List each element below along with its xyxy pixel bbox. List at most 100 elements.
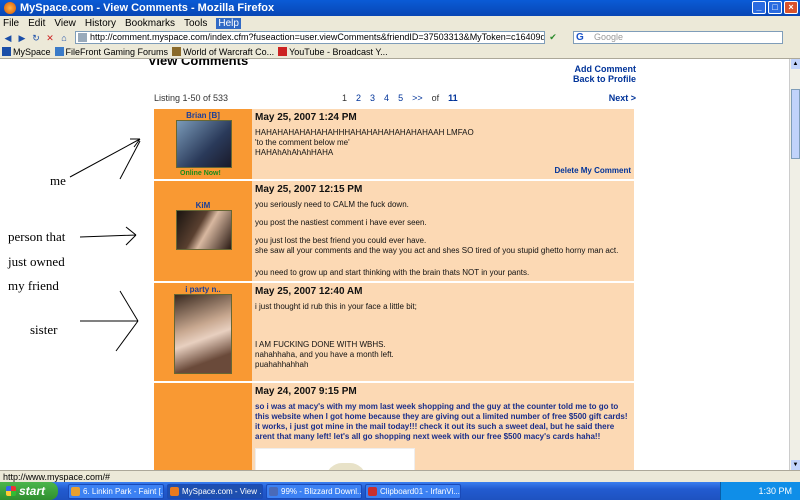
bookmark-filefront[interactable]: FileFront Gaming Forums (54, 47, 168, 57)
menu-help[interactable]: Help (216, 17, 241, 29)
comment-date: May 25, 2007 12:40 AM (255, 286, 363, 297)
myspace-icon (2, 47, 11, 56)
avatar[interactable] (174, 294, 232, 374)
scroll-down-icon[interactable]: ▼ (791, 460, 800, 470)
promo-shape (326, 463, 366, 470)
page-3-link[interactable]: 3 (370, 93, 375, 103)
comment-date: May 25, 2007 12:15 PM (255, 184, 363, 195)
comment-body: May 24, 2007 9:15 PM so i was at macy's … (252, 383, 634, 470)
pagination: 1 2 3 4 5 >> of 11 (342, 93, 458, 103)
comment-paragraph: you post the nastiest comment i have eve… (255, 218, 427, 227)
comment-line: HAHAhAhAhAhHAHA (255, 148, 334, 157)
page-1-link[interactable]: 1 (342, 93, 347, 103)
bookmarks-toolbar: MySpace FileFront Gaming Forums World of… (0, 45, 800, 59)
promo-image (255, 448, 415, 470)
commenter-cell: KiM (154, 181, 252, 281)
window-title: MySpace.com - View Comments - Mozilla Fi… (20, 2, 275, 14)
arrow-me (69, 138, 141, 178)
back-to-profile-link[interactable]: Back to Profile (573, 74, 636, 84)
task-blizzard[interactable]: 99% - Blizzard Downl... (266, 483, 362, 499)
google-icon: G (576, 32, 584, 43)
menu-view[interactable]: View (54, 18, 76, 29)
search-placeholder: Google (594, 32, 624, 42)
comment-text: you seriously need to CALM the fuck down… (255, 200, 631, 278)
bookmark-label: World of Warcraft Co... (183, 46, 275, 57)
windows-flag-icon (6, 486, 16, 496)
arrow-me-2 (119, 140, 141, 180)
task-label: MySpace.com - View ... (182, 486, 263, 496)
bookmark-myspace[interactable]: MySpace (2, 47, 51, 57)
clock: 1:30 PM (758, 486, 792, 496)
add-comment-link[interactable]: Add Comment (573, 64, 637, 74)
commenter-name[interactable]: i party n.. (154, 285, 252, 294)
search-input[interactable]: G Google (573, 31, 783, 44)
reload-icon[interactable]: ↻ (30, 32, 42, 44)
maximize-button[interactable]: □ (768, 1, 782, 14)
url-input[interactable]: http://comment.myspace.com/index.cfm?fus… (75, 31, 545, 44)
commenter-name[interactable]: Brian [B] (154, 111, 252, 120)
page-icon (78, 33, 87, 42)
close-button[interactable]: × (784, 1, 798, 14)
page-2-link[interactable]: 2 (356, 93, 361, 103)
page-4-link[interactable]: 4 (384, 93, 389, 103)
back-icon[interactable]: ◀ (2, 32, 14, 44)
menu-file[interactable]: File (3, 18, 19, 29)
scroll-up-icon[interactable]: ▲ (791, 59, 800, 69)
arrow-person (79, 226, 137, 246)
bookmark-wow[interactable]: World of Warcraft Co... (172, 47, 274, 57)
bookmark-youtube[interactable]: YouTube - Broadcast Y... (278, 47, 388, 57)
comment-row: KiM May 25, 2007 12:15 PM you seriously … (154, 181, 634, 283)
next-page-link[interactable]: Next > (609, 93, 636, 103)
annotation-sister: sister (30, 322, 58, 337)
winamp-icon (71, 486, 80, 496)
avatar[interactable] (176, 120, 232, 168)
menu-tools[interactable]: Tools (184, 18, 207, 29)
minimize-button[interactable]: _ (752, 1, 766, 14)
comment-row: Brian [B] Online Now! May 25, 2007 1:24 … (154, 109, 634, 181)
comment-text: HAHAHAHAHAHAHAHHHAHAHAHAHAHAHAHAAH LMFAO… (255, 128, 631, 158)
taskbar: start 6. Linkin Park - Faint [...] MySpa… (0, 482, 800, 500)
comment-body: May 25, 2007 12:40 AM i just thought id … (252, 283, 634, 381)
comment-paragraph: you need to grow up and start thinking w… (255, 268, 530, 277)
menu-edit[interactable]: Edit (28, 18, 45, 29)
vertical-scrollbar[interactable]: ▲ ▼ (789, 59, 800, 470)
comment-body: May 25, 2007 1:24 PM HAHAHAHAHAHAHAHHHAH… (252, 109, 634, 179)
comment-row: i party n.. May 25, 2007 12:40 AM i just… (154, 283, 634, 383)
avatar[interactable] (176, 210, 232, 250)
scroll-thumb[interactable] (791, 89, 800, 159)
right-margin (641, 59, 789, 470)
firefox-icon (4, 2, 16, 14)
menu-bookmarks[interactable]: Bookmarks (125, 18, 175, 29)
comments-panel: View Comments Add Comment Back to Profil… (146, 59, 641, 470)
comment-line: HAHAHAHAHAHAHAHHHAHAHAHAHAHAHAHAAH LMFAO (255, 128, 474, 137)
task-winamp[interactable]: 6. Linkin Park - Faint [...] (68, 483, 164, 499)
more-pages-link[interactable]: >> (412, 93, 423, 103)
commenter-name[interactable]: KiM (154, 201, 252, 210)
go-icon[interactable]: ✔ (547, 32, 559, 43)
blizzard-icon (269, 486, 278, 496)
menu-history[interactable]: History (85, 18, 116, 29)
start-button[interactable]: start (0, 482, 58, 500)
task-firefox[interactable]: MySpace.com - View ... (167, 483, 263, 499)
task-label: 99% - Blizzard Downl... (281, 486, 362, 496)
stop-icon[interactable]: ✕ (44, 32, 56, 44)
home-icon[interactable]: ⌂ (58, 32, 70, 44)
page-5-link[interactable]: 5 (398, 93, 403, 103)
task-irfanview[interactable]: Clipboard01 - IrfanVi... (365, 483, 461, 499)
delete-comment-link[interactable]: Delete My Comment (555, 166, 631, 176)
annotation-me: me (50, 173, 66, 188)
online-now-badge: Online Now! (180, 170, 221, 177)
task-list: 6. Linkin Park - Faint [...] MySpace.com… (68, 483, 461, 499)
comment-paragraph: i just thought id rub this in your face … (255, 302, 417, 311)
annotation-person-1: person that (8, 229, 66, 244)
comment-date: May 25, 2007 1:24 PM (255, 112, 357, 123)
comment-text: i just thought id rub this in your face … (255, 302, 631, 370)
bookmark-label: YouTube - Broadcast Y... (289, 46, 388, 57)
forward-icon[interactable]: ▶ (16, 32, 28, 44)
last-page-link[interactable]: 11 (448, 93, 458, 103)
of-label: of (431, 93, 440, 103)
comment-body: May 25, 2007 12:15 PM you seriously need… (252, 181, 634, 281)
firefox-icon (170, 486, 179, 496)
listing-count: Listing 1-50 of 533 (154, 93, 229, 103)
window-titlebar: MySpace.com - View Comments - Mozilla Fi… (0, 0, 800, 16)
